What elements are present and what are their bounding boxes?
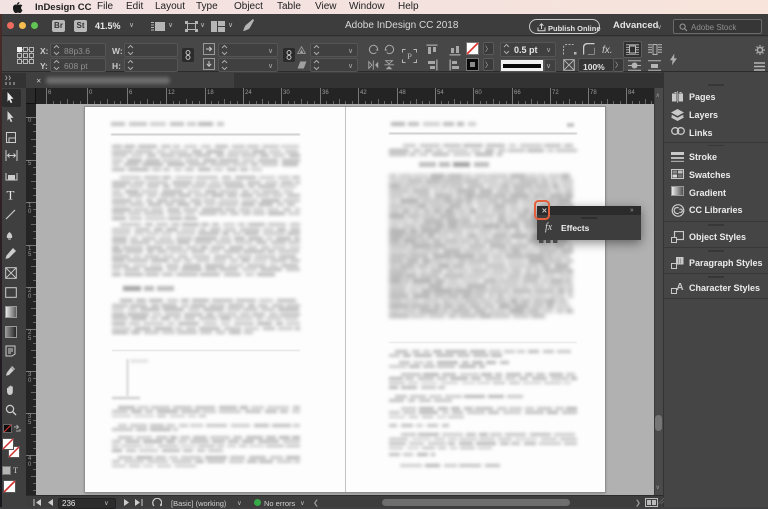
svg-text:P: P	[407, 51, 412, 61]
svg-text:T: T	[7, 189, 15, 201]
svg-text:A: A	[676, 282, 683, 293]
